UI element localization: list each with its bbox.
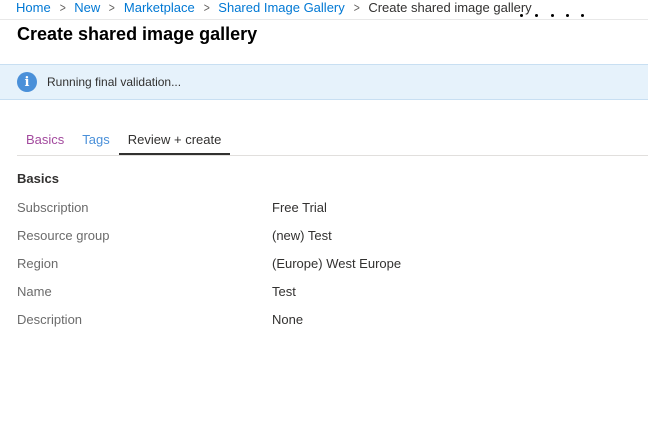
dot [565,13,569,17]
summary-list: Subscription Free Trial Resource group (… [17,199,617,339]
page-title: Create shared image gallery [17,24,258,44]
info-icon: i [17,72,37,92]
breadcrumb-home[interactable]: Home [16,0,51,15]
validation-banner: i Running final validation... [0,64,648,100]
banner-text: Running final validation... [47,75,182,89]
row-label: Resource group [17,228,110,243]
breadcrumb-shared-image-gallery[interactable]: Shared Image Gallery [218,0,344,15]
dot [581,13,584,17]
row-label: Subscription [17,200,89,215]
summary-row-subscription: Subscription Free Trial [17,199,617,227]
dot [520,13,523,17]
summary-row-resource-group: Resource group (new) Test [17,227,617,255]
row-value: Test [272,284,296,299]
section-title: Basics [17,171,59,186]
summary-row-name: Name Test [17,283,617,311]
row-value: None [272,312,304,327]
breadcrumb-current: Create shared image gallery [368,0,532,15]
breadcrumb: Home > New > Marketplace > Shared Image … [16,0,532,16]
row-value: (Europe) West Europe [272,256,402,271]
breadcrumb-new[interactable]: New [74,0,100,15]
tabs-divider [17,155,648,156]
summary-row-description: Description None [17,311,617,339]
tab-basics[interactable]: Basics [17,128,73,155]
page: Home > New > Marketplace > Shared Image … [0,0,648,434]
dot [535,13,539,17]
chevron-right-icon: > [109,0,116,15]
tab-review-create[interactable]: Review + create [118,128,231,155]
row-value: (new) Test [272,228,332,243]
row-label: Region [17,256,59,271]
row-label: Description [17,312,83,327]
row-label: Name [17,284,52,299]
tab-tags[interactable]: Tags [73,128,118,155]
breadcrumb-marketplace[interactable]: Marketplace [124,0,195,15]
row-value: Free Trial [272,200,327,215]
tab-bar: Basics Tags Review + create [17,128,231,155]
chevron-right-icon: > [353,0,360,15]
chevron-right-icon: > [59,0,66,15]
summary-row-region: Region (Europe) West Europe [17,255,617,283]
chevron-right-icon: > [203,0,210,15]
dot [550,13,554,17]
more-options-icon[interactable] [520,12,584,18]
divider [0,19,648,20]
